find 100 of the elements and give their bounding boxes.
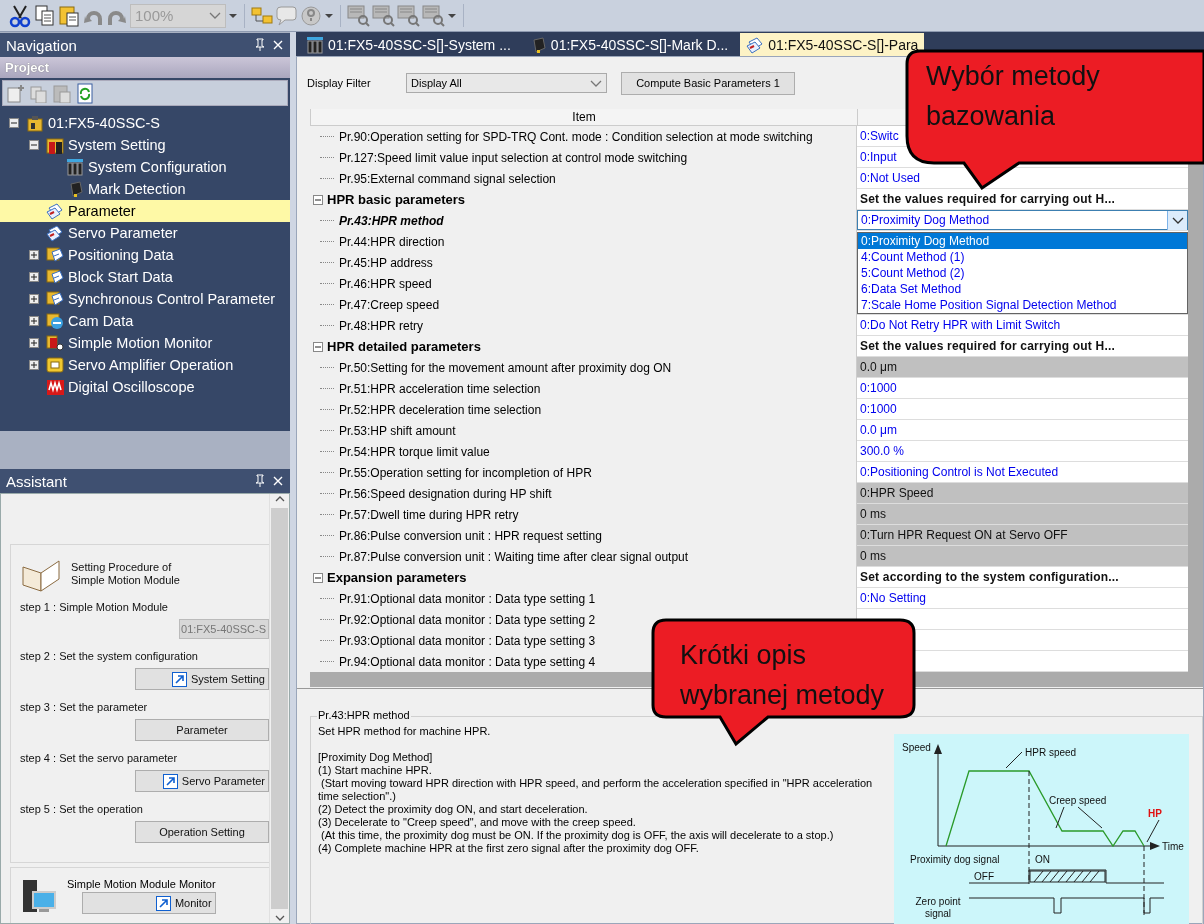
tree-item[interactable]: Simple Motion Monitor [0,332,290,354]
copy-icon[interactable] [34,3,56,28]
collapse-icon[interactable] [313,194,323,205]
tree-item[interactable]: Block Start Data [0,266,290,288]
tree-item[interactable]: 01:FX5-40SSC-S [0,112,290,134]
tree-item[interactable]: System Setting [0,134,290,156]
description-line: (Start moving toward HPR direction with HPR speed, and perform the acceleration specified in "HPR acceleration time selection".) [318,777,874,803]
value-cell[interactable]: 0 ms [857,546,1188,567]
tree-item[interactable]: Parameter [0,200,290,222]
dropdown-option[interactable]: 5:Count Method (2) [858,265,1187,281]
parameter-label[interactable]: Pr.45:HP address [339,255,433,270]
tree-item[interactable]: Synchronous Control Parameter [0,288,290,310]
expand-icon[interactable] [29,294,39,304]
scroll-thumb[interactable] [271,508,288,909]
value-cell[interactable]: 0:Turn HPR Request ON at Servo OFF [857,525,1188,546]
scroll-down-icon[interactable] [273,913,286,923]
value-cell[interactable] [857,609,1188,630]
document-tab[interactable]: 01:FX5-40SSC-S[]-Mark D... [522,33,735,56]
step-button[interactable]: System Setting [135,668,269,690]
tree-item[interactable]: Digital Oscilloscope [0,376,290,398]
monitor-button[interactable]: Monitor [81,892,216,914]
expand-icon[interactable] [29,316,39,326]
paste-icon[interactable] [58,3,80,28]
value-cell[interactable]: 300.0 % [857,441,1188,462]
value-cell[interactable]: 0:HPR Speed [857,483,1188,504]
compute-button[interactable]: Compute Basic Parameters 1 [621,71,795,95]
close-icon[interactable] [272,475,284,487]
tree-item[interactable]: System Configuration [0,156,290,178]
collapse-icon[interactable] [313,341,323,352]
parameter-label[interactable]: Pr.47:Creep speed [339,297,440,312]
scrollbar[interactable] [269,494,289,923]
value-cell[interactable]: 0.0 μm [857,357,1188,378]
monitor-search-icon[interactable] [347,4,370,27]
collapse-icon[interactable] [313,572,323,583]
collapse-icon[interactable] [29,140,39,150]
callout-text: Krótki opis wybranej metody [680,639,885,712]
step-button[interactable]: Servo Parameter [135,770,269,792]
parameter-label[interactable]: Pr.43:HPR method [339,213,444,228]
value-cell[interactable]: 0 ms [857,504,1188,525]
shortcut-arrow-icon [172,671,187,687]
tree-item[interactable]: Mark Detection [0,178,290,200]
axis-label: Speed [902,742,931,753]
panel-title: Navigation [6,36,78,54]
tree-item[interactable]: Positioning Data [0,244,290,266]
close-icon[interactable] [272,39,284,51]
value-cell[interactable]: 0:Not Used [857,168,1188,189]
parameter-label[interactable]: Pr.54:HPR torque limit value [339,444,490,459]
value-cell[interactable]: 0:1000 [857,399,1188,420]
parameter-label[interactable]: Pr.46:HPR speed [339,276,432,291]
tree-item[interactable]: Servo Parameter [0,222,290,244]
curve-label: HPR speed [1025,747,1077,758]
value-cell[interactable]: 0.0 μm [857,420,1188,441]
document-tab[interactable]: 01:FX5-40SSC-S[]-Para [740,33,925,56]
scope-icon [46,378,64,396]
caret-icon[interactable] [324,11,334,20]
value-dropdown[interactable]: 0:Proximity Dog Method [857,210,1188,230]
new-item-icon[interactable] [6,83,26,103]
chevron-icon[interactable] [1171,215,1184,225]
display-filter-dropdown[interactable]: Display All [406,73,607,93]
value-cell[interactable]: 0:No Setting [857,588,1188,609]
group-label: Expansion parameters [327,570,467,585]
parameter-label[interactable]: Pr.53:HP shift amount [339,423,456,438]
dropdown-option[interactable]: 4:Count Method (1) [858,249,1187,265]
document-tab[interactable]: 01:FX5-40SSC-S[]-System ... [300,33,517,56]
speech-bubble-icon[interactable] [275,4,298,27]
pin-icon[interactable] [254,474,266,488]
expand-icon[interactable] [29,338,39,348]
description-line: (2) Detect the proximity dog ON, and start deceleration. [318,803,589,816]
tree-item[interactable]: Cam Data [0,310,290,332]
pin-icon[interactable] [254,38,266,52]
collapse-icon[interactable] [9,118,19,128]
dropdown-option[interactable]: 7:Scale Home Position Signal Detection Method [858,297,1187,313]
dropdown-option[interactable]: 0:Proximity Dog Method [858,233,1187,249]
expand-icon[interactable] [29,272,39,282]
monitor-search-icon[interactable] [422,4,445,27]
computer-icon [21,878,57,914]
signal-label: Proximity dog signal [910,854,1000,865]
value-cell[interactable]: 0:1000 [857,378,1188,399]
monitor-search-icon[interactable] [397,4,420,27]
guide-title: Setting Procedure of Simple Motion Module [71,561,181,587]
step-label: step 3 : Set the parameter [19,700,149,715]
monitor-search-icon[interactable] [372,4,395,27]
expand-icon[interactable] [29,250,39,260]
signal-label: ON [1035,854,1050,865]
scroll-up-icon[interactable] [273,494,286,504]
tree-item[interactable]: Servo Amplifier Operation [0,354,290,376]
caret-icon[interactable] [228,11,238,20]
step-button[interactable]: Operation Setting [135,821,269,843]
parameter-label[interactable]: Pr.44:HPR direction [339,234,445,249]
caret-icon[interactable] [447,11,457,20]
dropdown-option[interactable]: 6:Data Set Method [858,281,1187,297]
step-button[interactable]: Parameter [135,719,269,741]
expand-icon[interactable] [29,360,39,370]
value-cell[interactable]: 0:Do Not Retry HPR with Limit Switch [857,315,1188,336]
refresh-icon[interactable] [75,82,95,104]
value-cell[interactable]: 0:Positioning Control is Not Executed [857,462,1188,483]
cut-icon[interactable] [8,3,32,28]
curve-label: Creep speed [1049,795,1107,806]
description-line: (4) Complete machine HPR at the first zero signal after the proximity dog OFF. [318,842,700,855]
parameter-label[interactable]: Pr.48:HPR retry [339,318,424,333]
